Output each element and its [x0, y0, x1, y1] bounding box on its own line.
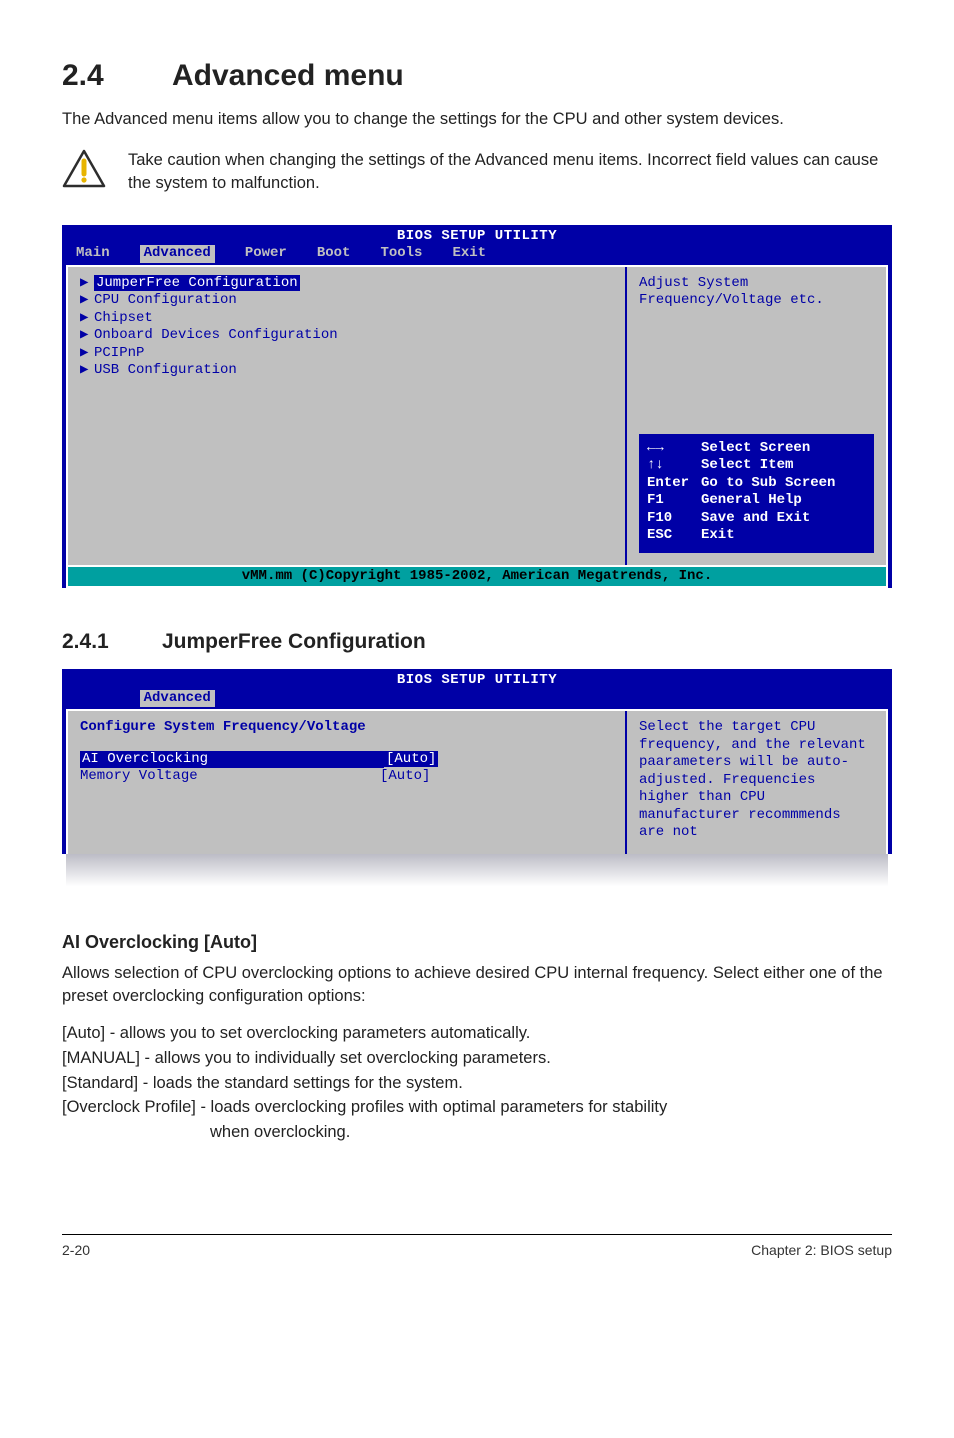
key-desc: Save and Exit [701, 510, 810, 526]
bios-panel-jumperfree: BIOS SETUP UTILITY Main Advanced Configu… [62, 669, 892, 854]
option-manual: [MANUAL] - allows you to individually se… [62, 1047, 892, 1070]
key-arrows-lr-icon: ←→ [647, 440, 701, 458]
option-standard: [Standard] - loads the standard settings… [62, 1072, 892, 1095]
option-desc-text: - allows you to individually set overclo… [145, 1049, 551, 1067]
option-overclock-profile: [Overclock Profile] - loads overclocking… [62, 1096, 892, 1119]
bios-tab-power[interactable]: Power [245, 245, 287, 263]
bios-left-pane: ▶JumperFree Configuration ▶CPU Configura… [68, 267, 627, 565]
triangle-right-icon: ▶ [80, 362, 94, 380]
option-auto: [Auto] - allows you to set overclocking … [62, 1022, 892, 1045]
heading-title: Advanced menu [172, 59, 404, 92]
bios-tab-exit[interactable]: Exit [452, 245, 486, 263]
triangle-right-icon: ▶ [80, 292, 94, 310]
bios-help-text: Adjust System Frequency/Voltage etc. [639, 275, 874, 310]
bios-keys-block: ←→Select Screen ↑↓Select Item EnterGo to… [639, 434, 874, 553]
bios-help-text: Select the target CPU frequency, and the… [639, 719, 874, 842]
triangle-right-icon: ▶ [80, 345, 94, 363]
bios-menubar: Main Advanced Power Boot Tools Exit [62, 245, 892, 265]
option-desc: Allows selection of CPU overclocking opt… [62, 962, 892, 1008]
key-desc: Select Item [701, 457, 793, 473]
key-desc: Go to Sub Screen [701, 475, 835, 491]
bios-tab-main[interactable]: Main [76, 245, 110, 263]
bios-item-onboard[interactable]: Onboard Devices Configuration [94, 327, 338, 343]
bios-item-pcipnp[interactable]: PCIPnP [94, 345, 144, 361]
bios-opt-ai-overclocking[interactable]: AI Overclocking [80, 751, 384, 769]
bios-tab-boot[interactable]: Boot [317, 245, 351, 263]
bios-right-pane: Adjust System Frequency/Voltage etc. ←→S… [627, 267, 886, 565]
subheading-jumperfree: 2.4.1JumperFree Configuration [62, 628, 892, 657]
option-key: [Overclock Profile] [62, 1098, 196, 1116]
bios-item-cpu[interactable]: CPU Configuration [94, 292, 237, 308]
bios-panel-advanced: BIOS SETUP UTILITY Main Advanced Power B… [62, 225, 892, 589]
option-overclock-profile-cont: when overclocking. [62, 1121, 892, 1144]
option-key: [Auto] [62, 1024, 105, 1042]
bios-footer: vMM.mm (C)Copyright 1985-2002, American … [66, 567, 888, 589]
bios-tab-tools[interactable]: Tools [380, 245, 422, 263]
chapter-label: Chapter 2: BIOS setup [751, 1242, 892, 1258]
option-desc-text: - loads overclocking profiles with optim… [200, 1098, 667, 1116]
intro-text: The Advanced menu items allow you to cha… [62, 108, 892, 131]
page-heading: 2.4Advanced menu [62, 55, 892, 96]
key-arrows-ud-icon: ↑↓ [647, 457, 701, 475]
bios-tab-advanced[interactable]: Advanced [140, 690, 215, 708]
bios-opt-value[interactable]: [Auto] [380, 768, 430, 784]
key-enter: Enter [647, 475, 701, 493]
bios-item-jumperfree[interactable]: JumperFree Configuration [94, 275, 300, 291]
bios-titlebar: BIOS SETUP UTILITY [62, 671, 892, 690]
bios-fade [66, 854, 888, 888]
key-desc: General Help [701, 492, 802, 508]
bios-item-usb[interactable]: USB Configuration [94, 362, 237, 378]
triangle-right-icon: ▶ [80, 275, 94, 293]
caution-text: Take caution when changing the settings … [128, 149, 892, 195]
bios-item-chipset[interactable]: Chipset [94, 310, 153, 326]
subheading-number: 2.4.1 [62, 628, 162, 657]
bios-left-pane: Configure System Frequency/Voltage AI Ov… [68, 711, 627, 854]
key-esc: ESC [647, 527, 701, 545]
option-desc-text: - loads the standard settings for the sy… [143, 1074, 463, 1092]
option-desc-text: - allows you to set overclocking paramet… [110, 1024, 531, 1042]
option-key: [MANUAL] [62, 1049, 140, 1067]
caution-triangle-icon [62, 149, 106, 189]
key-f1: F1 [647, 492, 701, 510]
bios-right-pane: Select the target CPU frequency, and the… [627, 711, 886, 854]
bios-opt-memory-voltage[interactable]: Memory Voltage [80, 768, 380, 786]
key-desc: Select Screen [701, 440, 810, 456]
triangle-right-icon: ▶ [80, 310, 94, 328]
key-f10: F10 [647, 510, 701, 528]
page-footer: 2-20 Chapter 2: BIOS setup [62, 1234, 892, 1260]
key-desc: Exit [701, 527, 735, 543]
caution-block: Take caution when changing the settings … [62, 149, 892, 195]
heading-number: 2.4 [62, 55, 172, 96]
bios-titlebar: BIOS SETUP UTILITY [62, 227, 892, 246]
option-heading-ai-overclocking: AI Overclocking [Auto] [62, 930, 892, 955]
option-list: [Auto] - allows you to set overclocking … [62, 1022, 892, 1144]
page-number: 2-20 [62, 1242, 90, 1258]
triangle-right-icon: ▶ [80, 327, 94, 345]
option-key: [Standard] [62, 1074, 138, 1092]
bios-tab-advanced[interactable]: Advanced [140, 245, 215, 263]
subheading-title: JumperFree Configuration [162, 630, 426, 653]
bios-opt-value[interactable]: [Auto] [384, 751, 438, 767]
bios-section-header: Configure System Frequency/Voltage [80, 719, 613, 737]
bios-menubar: Main Advanced [62, 690, 892, 710]
